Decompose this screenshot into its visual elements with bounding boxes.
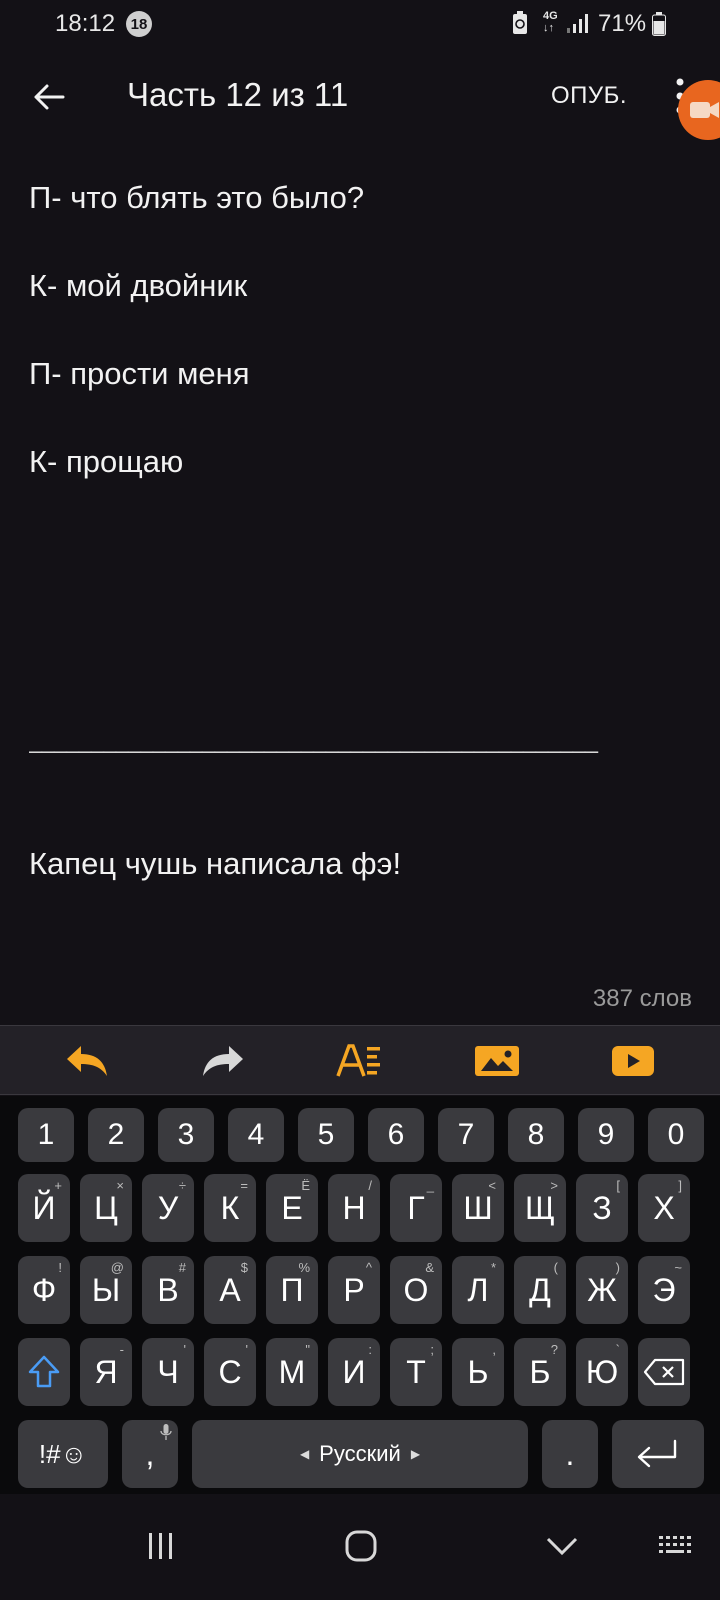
key-1[interactable]: 1	[18, 1108, 74, 1162]
letter-key[interactable]: К =	[204, 1174, 256, 1242]
back-button[interactable]	[26, 74, 72, 120]
key-9[interactable]: 9	[578, 1108, 634, 1162]
notification-count-badge: 18	[126, 11, 152, 37]
key-4[interactable]: 4	[228, 1108, 284, 1162]
letter-key[interactable]: С '	[204, 1338, 256, 1406]
key-5[interactable]: 5	[298, 1108, 354, 1162]
text-divider[interactable]: ________________________________________…	[29, 727, 679, 755]
redo-icon	[203, 1046, 243, 1076]
recent-apps-button[interactable]	[136, 1526, 186, 1566]
letter-key[interactable]: М "	[266, 1338, 318, 1406]
backspace-icon	[643, 1358, 685, 1386]
letter-key[interactable]: Щ >	[514, 1174, 566, 1242]
letter-key[interactable]: Ь,	[452, 1338, 504, 1406]
letter-key[interactable]: Г _	[390, 1174, 442, 1242]
letter-key[interactable]: Ц ×	[80, 1174, 132, 1242]
arrow-left-small-icon: ◀	[299, 1447, 310, 1461]
text-line[interactable]: П- прости меня	[29, 356, 689, 444]
text-format-icon	[336, 1044, 380, 1077]
insert-video-button[interactable]	[608, 1036, 658, 1086]
shift-arrow-icon	[28, 1355, 60, 1388]
letter-key[interactable]: Ч '	[142, 1338, 194, 1406]
insert-image-button[interactable]	[472, 1036, 522, 1086]
network-type-icon: 4G ↓↑	[543, 10, 558, 34]
letter-key[interactable]: Х]	[638, 1174, 690, 1242]
keyboard-switch-button[interactable]	[650, 1526, 700, 1566]
undo-icon	[67, 1046, 107, 1076]
letter-key[interactable]: У ÷	[142, 1174, 194, 1242]
text-format-button[interactable]	[334, 1036, 384, 1086]
arrow-right-small-icon: ▶	[410, 1447, 421, 1461]
publish-button[interactable]: ОПУБ.	[551, 82, 627, 110]
letter-key[interactable]: Б?	[514, 1338, 566, 1406]
signal-icon	[567, 14, 588, 33]
letter-key[interactable]: Ю `	[576, 1338, 628, 1406]
backspace-key[interactable]	[638, 1338, 690, 1406]
recent-apps-icon	[149, 1533, 172, 1559]
key-7[interactable]: 7	[438, 1108, 494, 1162]
key-8[interactable]: 8	[508, 1108, 564, 1162]
battery-saver-icon	[513, 11, 527, 34]
letter-key[interactable]: Т;	[390, 1338, 442, 1406]
home-button[interactable]	[336, 1526, 386, 1566]
text-line[interactable]: К- прощаю	[29, 444, 689, 532]
hide-keyboard-button[interactable]	[537, 1526, 587, 1566]
letter-key[interactable]: О &	[390, 1256, 442, 1324]
editor-content[interactable]: П- что блять это было? К- мой двойник П-…	[29, 180, 689, 532]
key-6[interactable]: 6	[368, 1108, 424, 1162]
letter-key[interactable]: ЕЁ	[266, 1174, 318, 1242]
app-header: Часть 12 из 11 ОПУБ.	[0, 60, 720, 134]
chevron-down-icon	[546, 1537, 578, 1556]
arrow-left-icon	[34, 84, 65, 110]
enter-icon	[637, 1439, 677, 1468]
letter-key[interactable]: И:	[328, 1338, 380, 1406]
word-count: 387 слов	[592, 985, 692, 1012]
battery-percent: 71%	[598, 10, 647, 37]
letter-key[interactable]: П%	[266, 1256, 318, 1324]
shift-key[interactable]	[18, 1338, 70, 1406]
letter-key[interactable]: Э ~	[638, 1256, 690, 1324]
insert-video-icon	[612, 1046, 654, 1076]
spacebar-key[interactable]: ◀ Русский ▶	[192, 1420, 528, 1488]
letter-key[interactable]: Я-	[80, 1338, 132, 1406]
home-icon	[345, 1530, 377, 1562]
letter-key[interactable]: З[	[576, 1174, 628, 1242]
key-2[interactable]: 2	[88, 1108, 144, 1162]
symbols-key[interactable]: !#☺	[18, 1420, 108, 1488]
letter-key[interactable]: Ы @	[80, 1256, 132, 1324]
battery-icon	[652, 12, 666, 36]
status-time: 18:12	[55, 10, 116, 37]
letter-key[interactable]: Й +	[18, 1174, 70, 1242]
status-bar: 18:12 18 4G ↓↑ 71%	[0, 0, 720, 50]
system-nav-bar	[0, 1494, 720, 1600]
text-line[interactable]: П- что блять это было?	[29, 180, 689, 268]
undo-button[interactable]	[62, 1036, 112, 1086]
comma-key[interactable]: ,	[122, 1420, 178, 1488]
redo-button[interactable]	[198, 1036, 248, 1086]
closing-text-line[interactable]: Капец чушь написала фэ!	[29, 846, 401, 882]
letter-key[interactable]: Ш <	[452, 1174, 504, 1242]
keyboard: 1 2 3 4 5 6 7 8 9 0 Й + Ц × У ÷ К = ЕЁ Н / Г _…	[0, 1096, 720, 1494]
insert-image-icon	[475, 1046, 519, 1076]
enter-key[interactable]	[612, 1420, 704, 1488]
letter-key[interactable]: Л *	[452, 1256, 504, 1324]
letter-key[interactable]: Р ^	[328, 1256, 380, 1324]
keyboard-icon	[659, 1536, 691, 1553]
text-line[interactable]: К- мой двойник	[29, 268, 689, 356]
page-title: Часть 12 из 11	[127, 76, 349, 113]
period-key[interactable]: .	[542, 1420, 598, 1488]
microphone-icon	[160, 1424, 172, 1440]
letter-key[interactable]: Н /	[328, 1174, 380, 1242]
letter-key[interactable]: Д(	[514, 1256, 566, 1324]
letter-key[interactable]: Ф!	[18, 1256, 70, 1324]
letter-key[interactable]: Ж)	[576, 1256, 628, 1324]
editor-toolbar	[0, 1025, 720, 1095]
key-0[interactable]: 0	[648, 1108, 704, 1162]
video-camera-icon	[690, 102, 719, 118]
key-3[interactable]: 3	[158, 1108, 214, 1162]
letter-key[interactable]: А $	[204, 1256, 256, 1324]
letter-key[interactable]: В #	[142, 1256, 194, 1324]
